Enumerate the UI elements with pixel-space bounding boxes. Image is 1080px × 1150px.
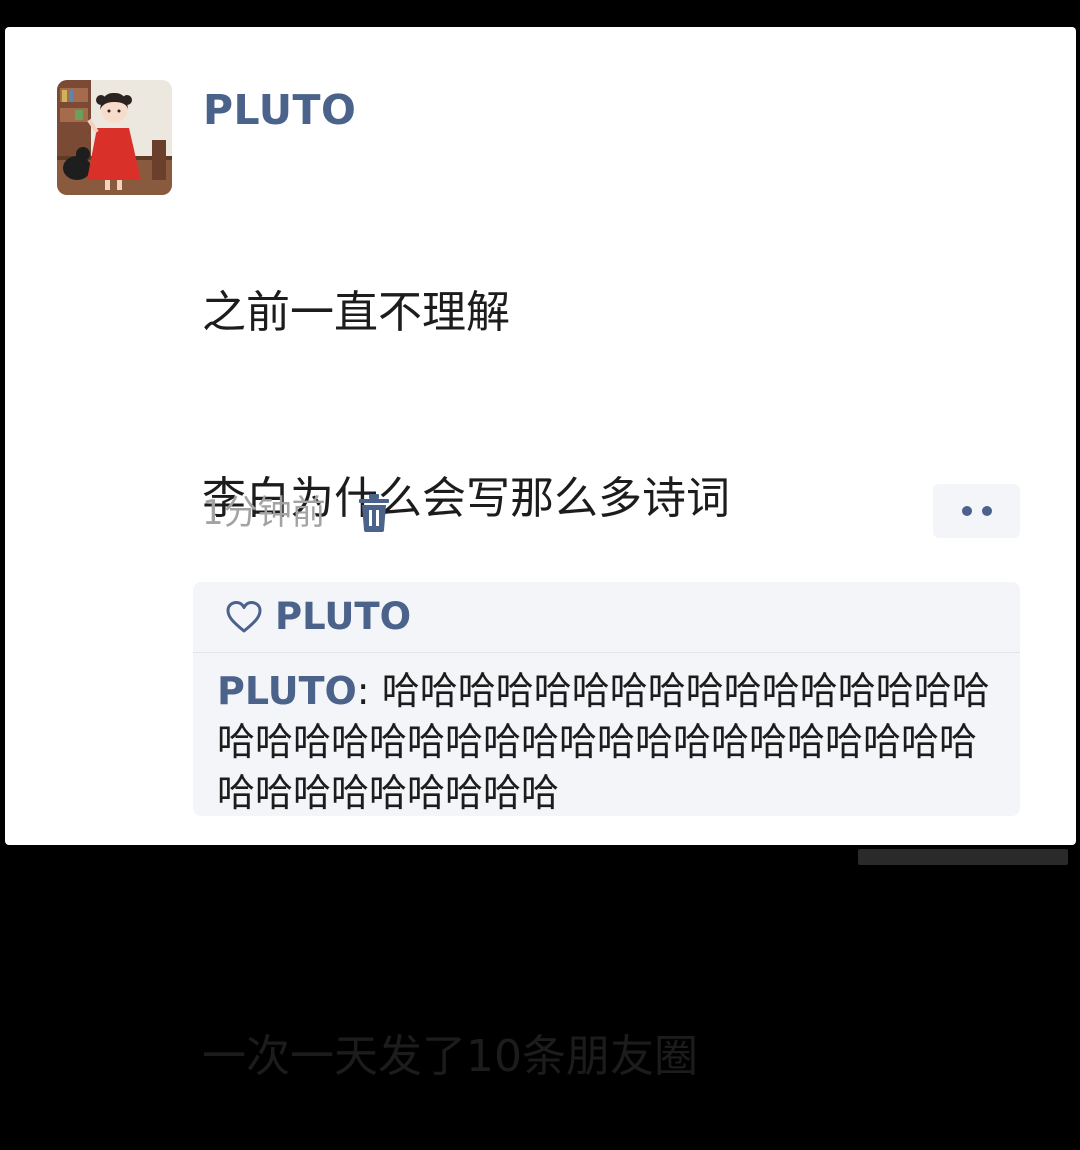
post-meta-row: 1分钟前 [202, 488, 390, 538]
more-actions-button[interactable] [933, 484, 1020, 538]
comment-item[interactable]: PLUTO: 哈哈哈哈哈哈哈哈哈哈哈哈哈哈哈哈哈哈哈哈哈哈哈哈哈哈哈哈哈哈哈哈哈… [217, 666, 1012, 816]
comment-author[interactable]: PLUTO [217, 669, 357, 713]
post-username[interactable]: PLUTO [203, 86, 356, 134]
comment-separator: : [356, 669, 382, 713]
trash-icon[interactable] [358, 494, 390, 532]
user-avatar[interactable] [57, 80, 172, 195]
post-line: 一次一天发了10条朋友圈 [202, 1031, 698, 1082]
post-line: 之前一直不理解 [202, 287, 510, 338]
likes-row: PLUTO [193, 582, 1020, 653]
bottom-overlay-bar [858, 849, 1068, 865]
top-black-border [0, 0, 1080, 27]
two-dots-more-icon [961, 506, 972, 516]
post-timestamp: 1分钟前 [202, 493, 326, 533]
bottom-black-border [0, 845, 1080, 892]
like-username[interactable]: PLUTO [275, 582, 411, 652]
two-dots-more-icon [981, 506, 992, 516]
heart-outline-icon [225, 600, 263, 634]
likes-comments-panel: PLUTO PLUTO: 哈哈哈哈哈哈哈哈哈哈哈哈哈哈哈哈哈哈哈哈哈哈哈哈哈哈哈… [193, 582, 1020, 816]
avatar-girl-red-dress-icon [57, 80, 172, 195]
